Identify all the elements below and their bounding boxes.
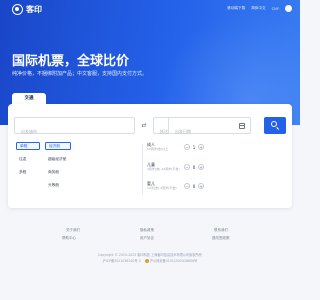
- divider: [142, 144, 143, 194]
- passenger-count: 0: [192, 164, 196, 170]
- police-badge-icon: [144, 259, 149, 263]
- footer-link[interactable]: 退改签政策: [212, 236, 230, 241]
- search-button[interactable]: [264, 117, 286, 134]
- footer-link[interactable]: 关于我们: [66, 228, 80, 233]
- passenger-note: 12周岁(含)以上: [147, 147, 169, 151]
- top-bar: 客印 移动端下载 简体中文 CNY: [0, 0, 300, 20]
- passenger-child: 儿童 2周岁(含)-12周岁(不含): [147, 162, 180, 171]
- passenger-infant: 婴儿 14天(含)-2周岁(不含): [147, 181, 177, 190]
- police-badge[interactable]: 沪公网安备31011502018806号: [144, 259, 198, 263]
- cabin-premium[interactable]: 超级经济舱: [45, 155, 75, 163]
- footer-link[interactable]: 用户协议: [140, 236, 154, 241]
- plus-button[interactable]: +: [198, 183, 204, 189]
- footer-link[interactable]: 帮助中心: [62, 236, 76, 241]
- icp-number[interactable]: 沪ICP备2021036240号-3: [103, 259, 141, 263]
- user-avatar[interactable]: [285, 5, 292, 12]
- passenger-count: 1: [192, 144, 196, 150]
- plus-button[interactable]: +: [198, 164, 204, 170]
- footer-link[interactable]: 隐私政策: [140, 228, 154, 233]
- infant-stepper[interactable]: − 0 +: [184, 183, 204, 189]
- cabin-business[interactable]: 商务舱: [45, 168, 71, 176]
- registration-line: 沪ICP备2021036240号-3 沪公网安备31011502018806号: [0, 258, 300, 263]
- swap-icon[interactable]: ⇄: [139, 122, 149, 129]
- logo-icon: [12, 4, 23, 15]
- plus-button[interactable]: +: [198, 144, 204, 150]
- top-nav: 移动端下载 简体中文 CNY: [221, 5, 292, 12]
- trip-one-way[interactable]: 单程: [16, 142, 40, 150]
- from-input[interactable]: [15, 124, 134, 139]
- copyright: Copyright © 2019-2023 客印科技 上海客印信息技术有限公司版…: [98, 253, 202, 257]
- brand-logo[interactable]: 客印: [12, 4, 42, 15]
- search-card: ⇄ 单程 往返 多程 经济舱 超级经济舱 商务舱 头等舱 成人 12周岁(含)以…: [8, 104, 292, 208]
- passenger-note: 2周岁(含)-12周岁(不含): [147, 167, 180, 171]
- police-number: 沪公网安备31011502018806号: [149, 259, 198, 263]
- brand-name: 客印: [26, 5, 42, 14]
- passenger-count: 0: [192, 183, 196, 189]
- download-link[interactable]: 移动端下载: [227, 6, 245, 11]
- cabin-economy[interactable]: 经济舱: [45, 142, 71, 150]
- date-input[interactable]: [169, 124, 250, 139]
- hero-subtitle: 纯净价格，不捆绑附加产品；中文客服，支持国内支付方式。: [12, 71, 148, 77]
- cabin-first[interactable]: 头等舱: [45, 181, 71, 189]
- hero-title: 国际机票，全球比价: [12, 54, 130, 69]
- currency-selector[interactable]: CNY: [272, 7, 279, 11]
- passenger-note: 14天(含)-2周岁(不含): [147, 186, 177, 190]
- passenger-adult: 成人 12周岁(含)以上: [147, 142, 168, 151]
- adult-stepper[interactable]: − 1 +: [184, 144, 204, 150]
- language-selector[interactable]: 简体中文: [251, 6, 265, 11]
- date-field[interactable]: [168, 117, 251, 139]
- search-icon: [271, 121, 277, 127]
- calendar-icon: [239, 123, 245, 129]
- footer-link[interactable]: 联系我们: [214, 228, 228, 233]
- trip-multi[interactable]: 多程: [16, 168, 40, 176]
- from-field[interactable]: [14, 117, 135, 139]
- child-stepper[interactable]: − 0 +: [184, 164, 204, 170]
- trip-round[interactable]: 往返: [16, 155, 40, 163]
